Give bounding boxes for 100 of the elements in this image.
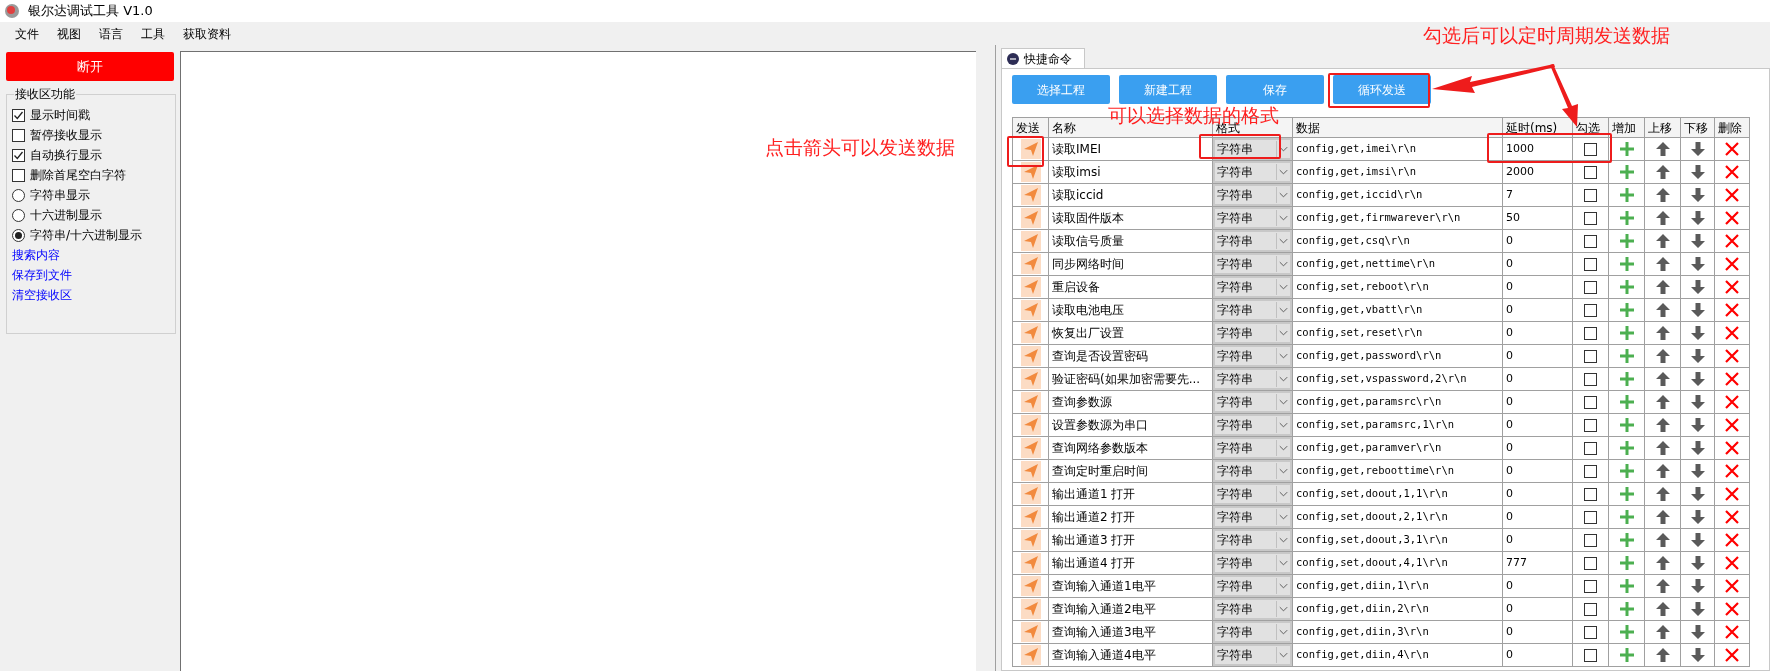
plus-icon[interactable] xyxy=(1618,325,1635,341)
checkbox[interactable] xyxy=(12,148,25,162)
checkbox[interactable] xyxy=(1584,257,1597,271)
arrow-down-icon[interactable] xyxy=(1689,210,1706,226)
format-dropdown[interactable]: 字符串 xyxy=(1213,253,1292,275)
format-dropdown[interactable]: 字符串 xyxy=(1213,414,1292,436)
checkbox[interactable] xyxy=(1584,602,1597,616)
format-dropdown[interactable]: 字符串 xyxy=(1213,391,1292,413)
plus-icon[interactable] xyxy=(1618,509,1635,525)
checkbox[interactable] xyxy=(1584,441,1597,455)
arrow-up-icon[interactable] xyxy=(1654,509,1671,525)
checkbox[interactable] xyxy=(1584,395,1597,409)
arrow-down-icon[interactable] xyxy=(1689,509,1706,525)
format-dropdown[interactable]: 字符串 xyxy=(1213,621,1292,643)
menu-item[interactable]: 视图 xyxy=(48,24,90,43)
arrow-up-icon[interactable] xyxy=(1654,486,1671,502)
format-dropdown[interactable]: 字符串 xyxy=(1213,552,1292,574)
arrow-down-icon[interactable] xyxy=(1689,164,1706,180)
radio-button[interactable] xyxy=(12,208,25,222)
radio-button[interactable] xyxy=(12,228,25,242)
close-icon[interactable] xyxy=(1724,348,1740,364)
arrow-down-icon[interactable] xyxy=(1689,233,1706,249)
format-dropdown[interactable]: 字符串 xyxy=(1213,368,1292,390)
close-icon[interactable] xyxy=(1724,394,1740,410)
menu-item[interactable]: 获取资料 xyxy=(174,24,240,43)
plus-icon[interactable] xyxy=(1618,440,1635,456)
menu-item[interactable]: 文件 xyxy=(6,24,48,43)
menu-item[interactable]: 语言 xyxy=(90,24,132,43)
checkbox[interactable] xyxy=(12,128,25,142)
arrow-up-icon[interactable] xyxy=(1654,187,1671,203)
arrow-down-icon[interactable] xyxy=(1689,348,1706,364)
arrow-down-icon[interactable] xyxy=(1689,394,1706,410)
plus-icon[interactable] xyxy=(1618,647,1635,663)
checkbox[interactable] xyxy=(1584,579,1597,593)
checkbox[interactable] xyxy=(1584,556,1597,570)
close-icon[interactable] xyxy=(1724,325,1740,341)
plus-icon[interactable] xyxy=(1618,555,1635,571)
arrow-down-icon[interactable] xyxy=(1689,578,1706,594)
checkbox[interactable] xyxy=(1584,625,1597,639)
format-dropdown[interactable]: 字符串 xyxy=(1213,276,1292,298)
close-icon[interactable] xyxy=(1724,141,1740,157)
close-icon[interactable] xyxy=(1724,164,1740,180)
format-dropdown[interactable]: 字符串 xyxy=(1213,184,1292,206)
plus-icon[interactable] xyxy=(1618,302,1635,318)
arrow-up-icon[interactable] xyxy=(1654,440,1671,456)
checkbox[interactable] xyxy=(1584,165,1597,179)
format-dropdown[interactable]: 字符串 xyxy=(1213,161,1292,183)
checkbox[interactable] xyxy=(1584,487,1597,501)
arrow-up-icon[interactable] xyxy=(1654,394,1671,410)
plus-icon[interactable] xyxy=(1618,164,1635,180)
close-icon[interactable] xyxy=(1724,279,1740,295)
checkbox[interactable] xyxy=(1584,234,1597,248)
format-dropdown[interactable]: 字符串 xyxy=(1213,322,1292,344)
format-dropdown[interactable]: 字符串 xyxy=(1213,529,1292,551)
format-dropdown[interactable]: 字符串 xyxy=(1213,207,1292,229)
checkbox[interactable] xyxy=(1584,211,1597,225)
link[interactable]: 清空接收区 xyxy=(12,285,170,305)
arrow-up-icon[interactable] xyxy=(1654,210,1671,226)
format-dropdown[interactable]: 字符串 xyxy=(1213,299,1292,321)
checkbox[interactable] xyxy=(1584,326,1597,340)
close-icon[interactable] xyxy=(1724,187,1740,203)
send-icon[interactable] xyxy=(1020,162,1041,182)
format-dropdown[interactable]: 字符串 xyxy=(1213,460,1292,482)
checkbox[interactable] xyxy=(1584,188,1597,202)
arrow-down-icon[interactable] xyxy=(1689,325,1706,341)
arrow-up-icon[interactable] xyxy=(1654,256,1671,272)
arrow-up-icon[interactable] xyxy=(1654,233,1671,249)
arrow-up-icon[interactable] xyxy=(1654,141,1671,157)
plus-icon[interactable] xyxy=(1618,371,1635,387)
arrow-down-icon[interactable] xyxy=(1689,417,1706,433)
format-dropdown[interactable]: 字符串 xyxy=(1213,575,1292,597)
checkbox[interactable] xyxy=(12,168,25,182)
arrow-up-icon[interactable] xyxy=(1654,279,1671,295)
arrow-up-icon[interactable] xyxy=(1654,417,1671,433)
arrow-down-icon[interactable] xyxy=(1689,532,1706,548)
close-icon[interactable] xyxy=(1724,371,1740,387)
format-dropdown[interactable]: 字符串 xyxy=(1213,138,1292,160)
checkbox[interactable] xyxy=(1584,142,1597,156)
plus-icon[interactable] xyxy=(1618,233,1635,249)
close-icon[interactable] xyxy=(1724,486,1740,502)
plus-icon[interactable] xyxy=(1618,210,1635,226)
format-dropdown[interactable]: 字符串 xyxy=(1213,506,1292,528)
arrow-up-icon[interactable] xyxy=(1654,555,1671,571)
link[interactable]: 保存到文件 xyxy=(12,265,170,285)
plus-icon[interactable] xyxy=(1618,279,1635,295)
arrow-up-icon[interactable] xyxy=(1654,302,1671,318)
menu-item[interactable]: 工具 xyxy=(132,24,174,43)
format-dropdown[interactable]: 字符串 xyxy=(1213,644,1292,666)
arrow-up-icon[interactable] xyxy=(1654,348,1671,364)
arrow-up-icon[interactable] xyxy=(1654,371,1671,387)
arrow-down-icon[interactable] xyxy=(1689,647,1706,663)
checkbox[interactable] xyxy=(1584,464,1597,478)
arrow-up-icon[interactable] xyxy=(1654,532,1671,548)
arrow-down-icon[interactable] xyxy=(1689,463,1706,479)
arrow-down-icon[interactable] xyxy=(1689,601,1706,617)
close-icon[interactable] xyxy=(1724,417,1740,433)
disconnect-button[interactable]: 断开 xyxy=(6,52,174,81)
checkbox[interactable] xyxy=(1584,533,1597,547)
arrow-down-icon[interactable] xyxy=(1689,440,1706,456)
close-icon[interactable] xyxy=(1724,509,1740,525)
